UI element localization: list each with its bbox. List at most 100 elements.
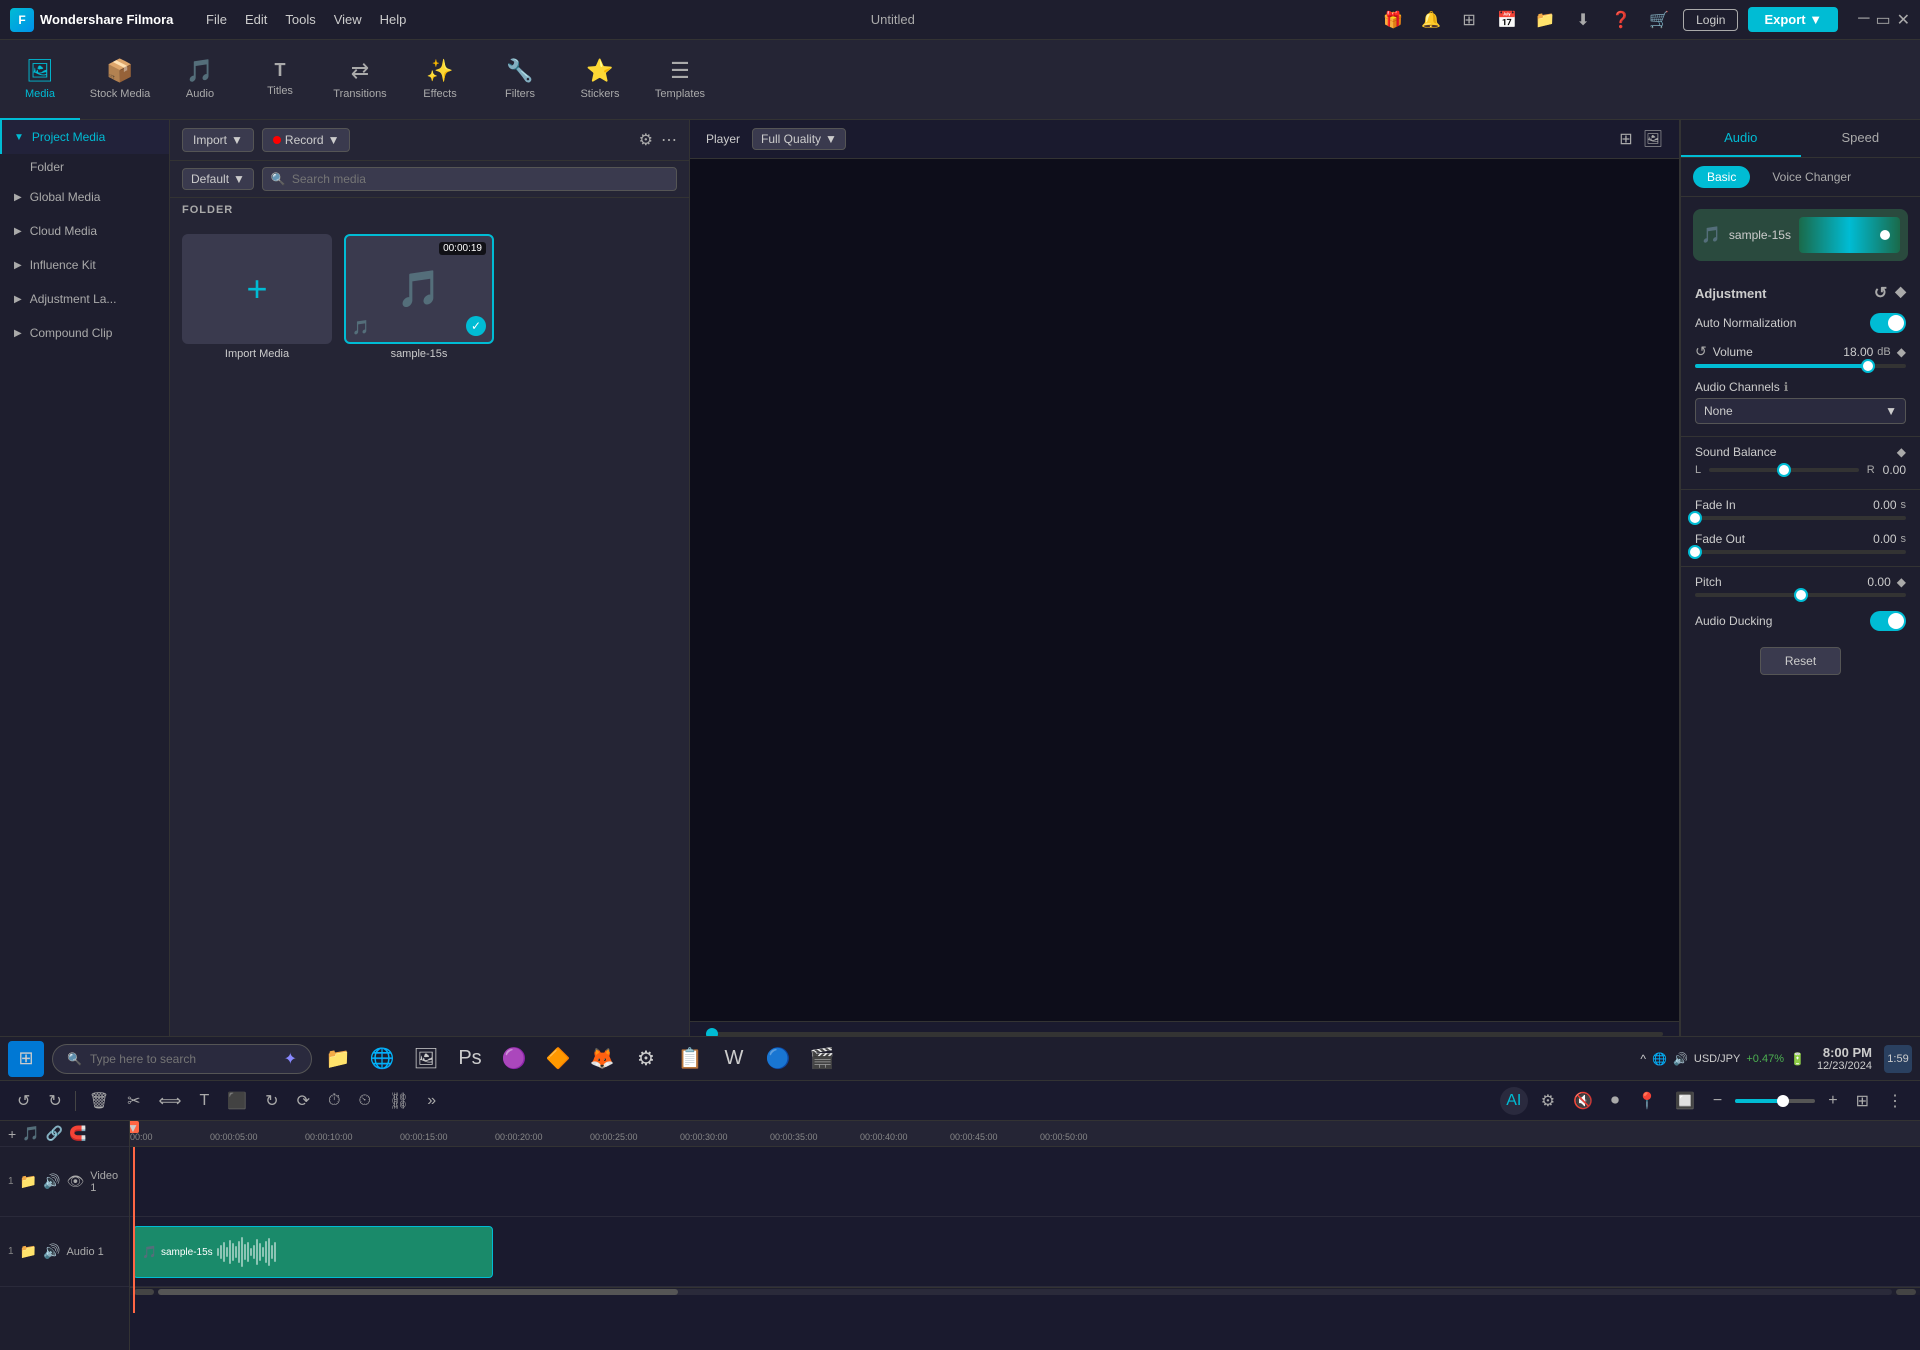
toolbar-media[interactable]: 🖼 Media [0, 40, 80, 120]
menu-tools[interactable]: Tools [285, 12, 315, 27]
minus-zoom-icon[interactable]: − [1708, 1089, 1727, 1113]
scroll-track[interactable] [158, 1289, 1892, 1295]
layout-icon[interactable]: ⊞ [1851, 1088, 1874, 1114]
add-audio-track-icon[interactable]: 🎵 [22, 1125, 39, 1142]
timer-icon[interactable]: ⏲ [353, 1089, 375, 1113]
battery-icon[interactable]: 🔋 [1790, 1052, 1805, 1066]
link-icon[interactable]: 🔗 [46, 1125, 63, 1142]
help-icon[interactable]: ❓ [1607, 6, 1635, 34]
audio-track-icon[interactable]: 📁 [20, 1243, 37, 1260]
auto-normalization-toggle[interactable] [1870, 313, 1906, 333]
speed-icon[interactable]: ⏱ [323, 1089, 345, 1113]
folder-icon[interactable]: 📁 [1531, 6, 1559, 34]
zoom-handle[interactable] [1777, 1095, 1789, 1107]
stabilize-icon[interactable]: ⟳ [292, 1088, 315, 1114]
text-icon[interactable]: T [194, 1089, 214, 1113]
taskbar-search-input[interactable] [90, 1052, 276, 1066]
audio-track-mute-icon[interactable]: 🔊 [43, 1243, 60, 1260]
minimize-button[interactable]: ─ [1858, 10, 1869, 30]
volume-slider[interactable] [1695, 364, 1906, 368]
adjustment-reset-icon[interactable]: ↺ [1874, 283, 1887, 303]
volume-keyframe-icon[interactable]: ◆ [1897, 345, 1906, 359]
pitch-slider[interactable] [1695, 593, 1906, 597]
maximize-button[interactable]: ▭ [1875, 10, 1890, 30]
more-tools-icon[interactable]: » [422, 1089, 441, 1113]
tab-audio[interactable]: Audio [1681, 120, 1801, 157]
audio-channels-info-icon[interactable]: ℹ [1784, 380, 1789, 394]
record-dropdown-icon[interactable]: ▼ [328, 133, 340, 147]
network-icon[interactable]: 🌐 [1652, 1052, 1667, 1066]
sidebar-item-adjustment-la[interactable]: ▶ Adjustment La... [0, 282, 169, 316]
ai-icon[interactable]: AI [1500, 1087, 1528, 1115]
filter-icon[interactable]: ⚙ [639, 130, 653, 150]
gift-icon[interactable]: 🎁 [1379, 6, 1407, 34]
sidebar-item-influence-kit[interactable]: ▶ Influence Kit [0, 248, 169, 282]
menu-edit[interactable]: Edit [245, 12, 267, 27]
import-button[interactable]: Import ▼ [182, 128, 254, 152]
video-track-eye-icon[interactable]: 👁 [66, 1173, 84, 1190]
sound-balance-handle[interactable] [1777, 463, 1791, 477]
clock-area[interactable]: 8:00 PM 12/23/2024 [1817, 1045, 1872, 1072]
scroll-thumb[interactable] [158, 1289, 678, 1295]
list-item[interactable]: + Import Media [182, 234, 332, 360]
zoom-slider[interactable] [1735, 1099, 1815, 1103]
toolbar-transitions[interactable]: ⇄ Transitions [320, 40, 400, 120]
image-view-icon[interactable]: 🖼 [1643, 129, 1663, 149]
loop-icon[interactable]: ↻ [260, 1088, 283, 1114]
toolbar-templates[interactable]: ☰ Templates [640, 40, 720, 120]
split-icon[interactable]: ⟺ [154, 1088, 187, 1114]
search-input[interactable] [292, 172, 668, 186]
taskbar-files-app[interactable]: 📁 [320, 1041, 356, 1077]
record-timeline-icon[interactable]: ⏺ [1606, 1089, 1624, 1113]
up-arrow-icon[interactable]: ^ [1640, 1052, 1646, 1066]
volume-sys-icon[interactable]: 🔊 [1673, 1052, 1688, 1066]
redo-icon[interactable]: ↻ [43, 1088, 66, 1114]
snap-icon[interactable]: 🧲 [69, 1125, 86, 1142]
audio-clip-timeline[interactable]: 🎵 sample-15s [133, 1226, 493, 1278]
sample-15s-thumb[interactable]: 00:00:19 🎵 🎵 ✓ [344, 234, 494, 344]
undo-icon[interactable]: ↺ [12, 1088, 35, 1114]
more-options-icon[interactable]: ⋯ [661, 130, 677, 150]
close-button[interactable]: ✕ [1897, 10, 1910, 30]
pitch-keyframe-icon[interactable]: ◆ [1897, 575, 1906, 589]
reset-button[interactable]: Reset [1760, 647, 1841, 675]
toolbar-titles[interactable]: T Titles [240, 40, 320, 120]
settings-gear-icon[interactable]: ⚙ [1536, 1088, 1560, 1114]
sub-tab-basic[interactable]: Basic [1693, 166, 1750, 188]
calendar-icon[interactable]: 📅 [1493, 6, 1521, 34]
crop-icon[interactable]: ⬛ [222, 1088, 252, 1114]
cart-icon[interactable]: 🛒 [1645, 6, 1673, 34]
volume-reset-icon[interactable]: ↺ [1695, 343, 1707, 360]
taskbar-app-8[interactable]: ⚙ [628, 1041, 664, 1077]
sound-balance-keyframe-icon[interactable]: ◆ [1897, 445, 1906, 459]
info-icon[interactable]: 🔲 [1670, 1088, 1700, 1114]
menu-file[interactable]: File [206, 12, 227, 27]
menu-help[interactable]: Help [380, 12, 407, 27]
marker-icon[interactable]: 📍 [1632, 1088, 1662, 1114]
quality-select[interactable]: Full Quality ▼ [752, 128, 846, 150]
toolbar-effects[interactable]: ✨ Effects [400, 40, 480, 120]
sidebar-item-cloud-media[interactable]: ▶ Cloud Media [0, 214, 169, 248]
grid-settings-icon[interactable]: ⋮ [1882, 1088, 1908, 1114]
add-track-icon[interactable]: + [8, 1126, 16, 1142]
effect-chain-icon[interactable]: ⛓ [384, 1088, 414, 1114]
volume-handle[interactable] [1861, 359, 1875, 373]
toolbar-stickers[interactable]: ⭐ Stickers [560, 40, 640, 120]
plus-zoom-icon[interactable]: + [1823, 1089, 1842, 1113]
export-button[interactable]: Export ▼ [1748, 7, 1838, 32]
taskbar-app-6[interactable]: 🔶 [540, 1041, 576, 1077]
taskbar-browser-app[interactable]: 🌐 [364, 1041, 400, 1077]
list-item[interactable]: 00:00:19 🎵 🎵 ✓ sample-15s [344, 234, 494, 360]
sidebar-item-project-media[interactable]: ▼ Project Media [0, 120, 169, 154]
cut-icon[interactable]: ✂ [122, 1088, 145, 1114]
start-button[interactable]: ⊞ [8, 1041, 44, 1077]
toolbar-filters[interactable]: 🔧 Filters [480, 40, 560, 120]
fade-out-slider[interactable] [1695, 550, 1906, 554]
taskbar-photoshop-app[interactable]: Ps [452, 1041, 488, 1077]
audio-ducking-toggle[interactable] [1870, 611, 1906, 631]
taskbar-app-7[interactable]: 🦊 [584, 1041, 620, 1077]
login-button[interactable]: Login [1683, 9, 1738, 31]
video-track-icon[interactable]: 📁 [20, 1173, 37, 1190]
adjustment-keyframe-icon[interactable]: ◆ [1895, 283, 1906, 303]
fade-in-slider[interactable] [1695, 516, 1906, 520]
